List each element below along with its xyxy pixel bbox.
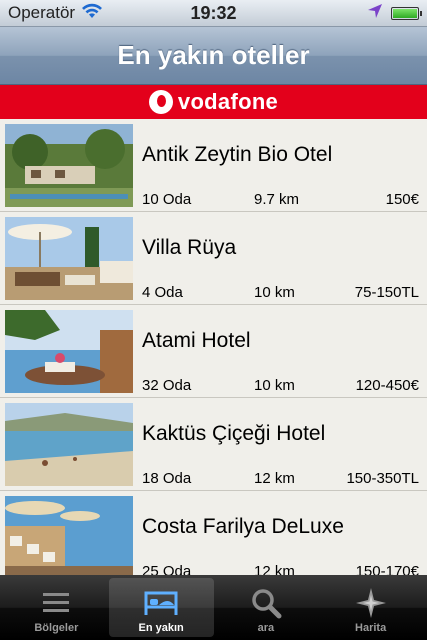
tab-en-yakin[interactable]: En yakın [108, 578, 214, 637]
list-item[interactable]: Costa Farilya DeLuxe 25 Oda 12 km 150-17… [0, 491, 427, 575]
tab-ara[interactable]: ara [214, 578, 319, 637]
compass-icon [355, 584, 387, 622]
status-bar: Operatör 19:32 [0, 0, 427, 27]
room-count: 10 Oda [142, 191, 192, 208]
price: 150-170€ [355, 563, 419, 575]
hotel-photo [5, 403, 133, 486]
tab-harita[interactable]: Harita [318, 578, 423, 637]
distance: 12 km [254, 470, 295, 487]
vodafone-banner[interactable]: vodafone [0, 85, 427, 119]
hotel-photo [5, 124, 133, 207]
wifi-icon [81, 3, 103, 24]
hotel-photo [5, 217, 133, 300]
hotel-name: Atami Hotel [142, 329, 251, 352]
vodafone-logo-icon [148, 90, 173, 114]
distance: 12 km [254, 563, 295, 575]
tab-label: Harita [355, 622, 387, 634]
search-icon [250, 584, 282, 622]
list-item[interactable]: Kaktüs Çiçeği Hotel 18 Oda 12 km 150-350… [0, 398, 427, 491]
list-item[interactable]: Antik Zeytin Bio Otel 10 Oda 9.7 km 150€ [0, 119, 427, 212]
location-arrow-icon [367, 3, 383, 24]
room-count: 32 Oda [142, 377, 192, 394]
distance: 9.7 km [254, 191, 300, 208]
tab-label: Bölgeler [34, 622, 79, 634]
room-count: 25 Oda [142, 563, 192, 575]
navigation-bar: En yakın oteller [0, 27, 427, 85]
list-item[interactable]: Villa Rüya 4 Oda 10 km 75-150TL [0, 212, 427, 305]
battery-icon [391, 6, 422, 20]
hotel-name: Villa Rüya [142, 236, 237, 259]
room-count: 18 Oda [142, 470, 192, 487]
bed-icon [142, 584, 180, 622]
price: 75-150TL [354, 284, 419, 301]
price: 120-450€ [355, 377, 419, 394]
price: 150-350TL [346, 470, 419, 487]
distance: 10 km [254, 377, 295, 394]
hotel-photo [5, 496, 133, 575]
tab-label: ara [257, 622, 275, 634]
room-count: 4 Oda [142, 284, 183, 301]
hotel-name: Antik Zeytin Bio Otel [142, 143, 333, 166]
distance: 10 km [254, 284, 295, 301]
hotel-photo [5, 310, 133, 393]
tab-label: En yakın [138, 622, 184, 634]
tab-bar: Bölgeler En yakın ara Harita [0, 575, 427, 640]
list-icon [41, 584, 71, 622]
page-title: En yakın oteller [117, 40, 310, 70]
carrier-label: Operatör [8, 3, 76, 22]
hotel-name: Kaktüs Çiçeği Hotel [142, 422, 326, 445]
hotel-list[interactable]: Antik Zeytin Bio Otel 10 Oda 9.7 km 150€… [0, 119, 427, 575]
hotel-name: Costa Farilya DeLuxe [142, 515, 344, 538]
price: 150€ [385, 191, 419, 208]
tab-bolgeler[interactable]: Bölgeler [4, 578, 109, 637]
list-item[interactable]: Atami Hotel 32 Oda 10 km 120-450€ [0, 305, 427, 398]
banner-brand-text: vodafone [177, 89, 279, 114]
